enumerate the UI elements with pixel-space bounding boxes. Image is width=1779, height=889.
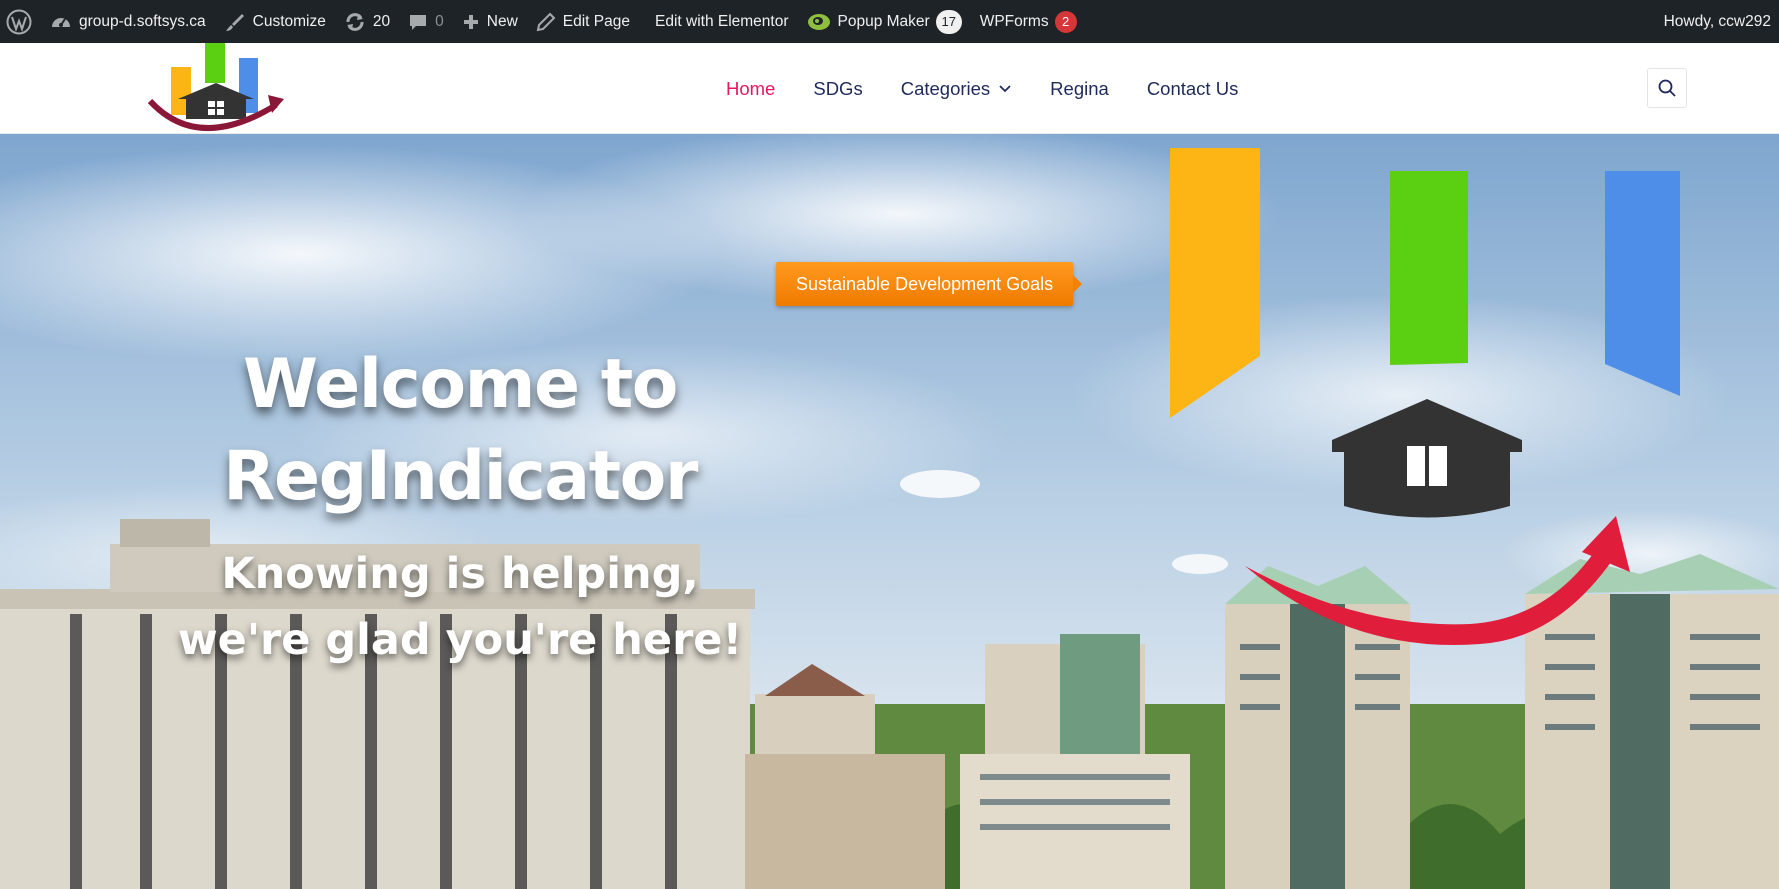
hero-section: Sustainable Development Goals Welcome to… bbox=[0, 134, 1779, 889]
admin-bar: group-d.softsys.ca Customize 20 0 New Ed… bbox=[0, 0, 1779, 43]
customize-link[interactable]: Customize bbox=[215, 0, 335, 43]
comments-count: 0 bbox=[435, 12, 444, 30]
popup-maker-count-badge: 17 bbox=[935, 9, 962, 34]
wpforms-label: WPForms bbox=[979, 12, 1049, 30]
nav-home[interactable]: Home bbox=[726, 78, 775, 100]
brush-icon bbox=[224, 12, 246, 32]
search-icon bbox=[1658, 79, 1676, 97]
popup-maker-label: Popup Maker bbox=[837, 12, 930, 30]
comment-icon bbox=[408, 12, 428, 32]
chevron-down-icon bbox=[998, 84, 1012, 94]
yellow-bar bbox=[1170, 148, 1260, 418]
nav-sdgs-label: SDGs bbox=[813, 77, 863, 99]
nav-contact-label: Contact Us bbox=[1146, 77, 1239, 99]
popup-maker-link[interactable]: Popup Maker 17 bbox=[798, 0, 971, 43]
customize-label: Customize bbox=[252, 12, 326, 30]
site-header: Home SDGs Categories Regina Contact Us bbox=[0, 43, 1779, 134]
dashboard-icon bbox=[50, 12, 72, 32]
blue-bar bbox=[1605, 171, 1680, 396]
new-content-link[interactable]: New bbox=[453, 0, 527, 43]
nav-categories[interactable]: Categories bbox=[901, 78, 1012, 100]
howdy-label: Howdy, ccw292 bbox=[1663, 12, 1771, 30]
nav-categories-label: Categories bbox=[900, 77, 991, 99]
pencil-icon bbox=[536, 12, 556, 32]
hero-logo-graphic bbox=[1170, 148, 1680, 646]
new-label: New bbox=[486, 12, 518, 30]
main-navigation: Home SDGs Categories Regina Contact Us bbox=[726, 43, 1238, 134]
edit-elementor-label: Edit with Elementor bbox=[654, 12, 789, 30]
wpforms-link[interactable]: WPForms 2 bbox=[971, 0, 1086, 43]
nav-regina-label: Regina bbox=[1050, 77, 1109, 99]
wordpress-logo-button[interactable] bbox=[0, 0, 41, 43]
site-logo[interactable] bbox=[148, 43, 288, 135]
sdg-badge-label: Sustainable Development Goals bbox=[796, 273, 1054, 294]
arrow-icon bbox=[1245, 544, 1618, 646]
edit-elementor-link[interactable]: Edit with Elementor bbox=[639, 0, 798, 43]
hero-title-line2: RegIndicator bbox=[223, 437, 698, 516]
updates-count: 20 bbox=[372, 12, 391, 30]
refresh-icon bbox=[344, 12, 366, 32]
popup-maker-icon bbox=[807, 11, 831, 33]
hero-title: Welcome to RegIndicator bbox=[160, 339, 760, 523]
sdg-badge-button[interactable]: Sustainable Development Goals bbox=[776, 262, 1083, 306]
search-button[interactable] bbox=[1647, 68, 1687, 108]
hero-subtitle-line2: we're glad you're here! bbox=[177, 615, 743, 665]
edit-page-label: Edit Page bbox=[562, 12, 630, 30]
hero-title-line1: Welcome to bbox=[243, 345, 678, 424]
wordpress-icon bbox=[6, 9, 32, 34]
green-bar bbox=[1390, 171, 1468, 365]
wpforms-count-badge: 2 bbox=[1054, 10, 1077, 33]
nav-contact-us[interactable]: Contact Us bbox=[1147, 78, 1239, 100]
nav-regina[interactable]: Regina bbox=[1050, 78, 1109, 100]
plus-icon bbox=[462, 13, 480, 31]
site-name-label: group-d.softsys.ca bbox=[79, 12, 206, 30]
site-name-link[interactable]: group-d.softsys.ca bbox=[41, 0, 215, 43]
hero-subtitle: Knowing is helping, we're glad you're he… bbox=[160, 541, 760, 673]
updates-link[interactable]: 20 bbox=[335, 0, 399, 43]
nav-sdgs[interactable]: SDGs bbox=[813, 78, 862, 100]
nav-home-label: Home bbox=[726, 77, 776, 99]
edit-page-link[interactable]: Edit Page bbox=[527, 0, 639, 43]
hero-subtitle-line1: Knowing is helping, bbox=[221, 549, 699, 599]
user-account-link[interactable]: Howdy, ccw292 bbox=[1655, 0, 1779, 43]
comments-link[interactable]: 0 bbox=[399, 0, 453, 43]
